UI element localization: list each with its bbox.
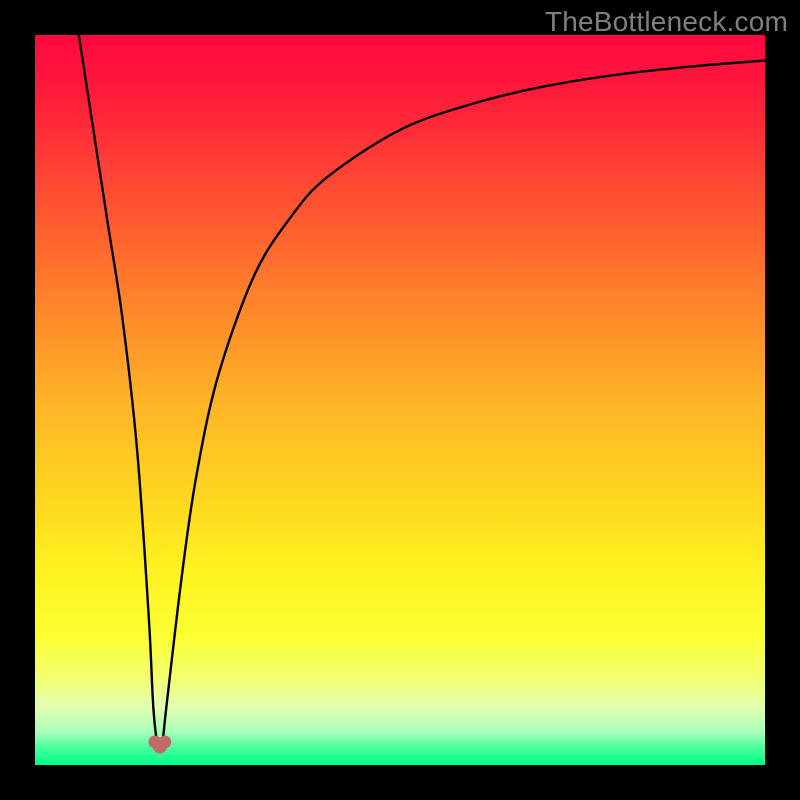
chart-svg [35,35,765,765]
plot-area [35,35,765,765]
gradient-background [35,35,765,765]
watermark-text: TheBottleneck.com [545,6,788,38]
chart-frame: TheBottleneck.com [0,0,800,800]
